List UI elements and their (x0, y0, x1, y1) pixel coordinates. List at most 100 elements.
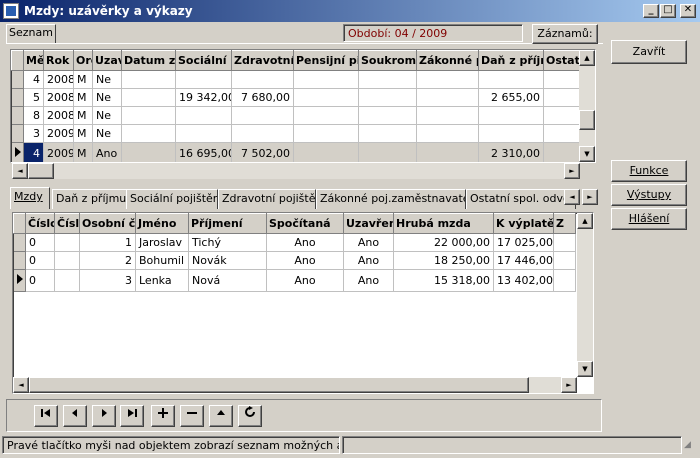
cell-closed[interactable]: Ne (92, 106, 122, 125)
scroll-up-arrow-icon[interactable]: ▲ (579, 50, 595, 66)
col-header[interactable]: Hrubá mzda (393, 213, 494, 234)
scroll-right-arrow-icon[interactable]: ► (561, 377, 577, 393)
cell-social[interactable] (175, 106, 232, 125)
cell-social[interactable] (175, 70, 232, 89)
col-header[interactable]: Příjmení (188, 213, 267, 234)
cell-number[interactable]: 0 (25, 233, 55, 252)
resize-grip-icon[interactable]: ◢ (684, 440, 698, 454)
lower-grid[interactable]: Číslo Čísl Osobní č Jméno Příjmení Spočí… (12, 212, 594, 394)
row-indicator[interactable] (13, 251, 26, 270)
cell-other[interactable] (543, 88, 580, 107)
cell-health[interactable]: 7 680,00 (231, 88, 294, 107)
cell-first-name[interactable]: Lenka (135, 269, 189, 292)
cell-pension[interactable] (293, 70, 359, 89)
cell-pension[interactable] (293, 88, 359, 107)
col-header[interactable]: Čísl (54, 213, 80, 234)
scroll-left-arrow-icon[interactable]: ◄ (12, 163, 28, 179)
table-row[interactable]: 5 2008 M Ne 19 342,00 7 680,00 2 655,00 (11, 88, 580, 107)
cell-pension[interactable] (293, 124, 359, 143)
col-header[interactable]: Uzav (92, 50, 122, 71)
close-icon[interactable]: ✕ (680, 4, 696, 18)
cell-computed[interactable]: Ano (266, 251, 344, 270)
cell-other[interactable] (543, 124, 580, 143)
cell-closed[interactable]: Ano (343, 233, 394, 252)
cell-first-name[interactable]: Bohumil (135, 251, 189, 270)
tab-dan-z-prijmu[interactable]: Daň z příjmu (52, 189, 127, 209)
scroll-down-arrow-icon[interactable]: ▼ (577, 361, 593, 377)
scroll-thumb[interactable] (29, 377, 529, 393)
row-indicator[interactable] (11, 70, 24, 89)
row-indicator[interactable] (11, 88, 24, 107)
tab-mzdy[interactable]: Mzdy (10, 187, 50, 209)
delete-icon[interactable] (180, 405, 204, 427)
col-header[interactable]: Jméno (135, 213, 189, 234)
lower-hscrollbar[interactable]: ◄ ► (13, 377, 577, 393)
tab-scroll-right-icon[interactable]: ► (582, 189, 598, 205)
cell-org[interactable]: M (73, 142, 93, 162)
cell-pension[interactable] (293, 106, 359, 125)
tab-socialni-pojisteni[interactable]: Sociální pojištění (126, 189, 218, 209)
cell-closed[interactable]: Ne (92, 70, 122, 89)
last-icon[interactable] (120, 405, 144, 427)
cell-personal-no[interactable]: 1 (79, 233, 136, 252)
cell-year[interactable]: 2009 (43, 124, 74, 143)
cell-statutory[interactable] (416, 142, 479, 162)
col-header[interactable]: Mě (23, 50, 44, 71)
cell-tax[interactable] (478, 70, 544, 89)
cell-payout[interactable]: 17 446,00 (493, 251, 554, 270)
cell-personal-no[interactable]: 3 (79, 269, 136, 292)
cell-private[interactable] (358, 70, 417, 89)
cell-health[interactable] (231, 124, 294, 143)
cell-tax[interactable] (478, 124, 544, 143)
refresh-icon[interactable] (238, 405, 262, 427)
cell-org[interactable]: M (73, 124, 93, 143)
cell-num2[interactable] (54, 251, 80, 270)
cell-gross-wage[interactable]: 18 250,00 (393, 251, 494, 270)
upper-hscrollbar[interactable]: ◄ ► (12, 163, 580, 179)
col-header[interactable]: Zdravotní (231, 50, 294, 71)
cell-closed[interactable]: Ne (92, 88, 122, 107)
row-indicator[interactable] (11, 124, 24, 143)
col-header[interactable]: Zákonné p (416, 50, 479, 71)
cell-num2[interactable] (54, 233, 80, 252)
col-header[interactable]: Ostatn (543, 50, 580, 71)
col-header[interactable]: Soukromé (358, 50, 417, 71)
cell-z[interactable] (553, 233, 576, 252)
cell-other[interactable] (543, 142, 580, 162)
up-icon[interactable] (209, 405, 233, 427)
cell-number[interactable]: 0 (25, 251, 55, 270)
functions-button[interactable]: Funkce (611, 160, 687, 182)
table-row[interactable]: 0 2 Bohumil Novák Ano Ano 18 250,00 17 4… (13, 251, 576, 270)
cell-private[interactable] (358, 124, 417, 143)
cell-closed[interactable]: Ano (343, 251, 394, 270)
cell-date[interactable] (121, 88, 176, 107)
cell-year[interactable]: 2009 (43, 142, 74, 162)
cell-z[interactable] (553, 269, 576, 292)
table-row-selected[interactable]: 4 2009 M Ano 16 695,00 7 502,00 2 310,00 (11, 142, 580, 162)
cell-statutory[interactable] (416, 106, 479, 125)
cell-health[interactable]: 7 502,00 (231, 142, 294, 162)
next-icon[interactable] (92, 405, 116, 427)
cell-first-name[interactable]: Jaroslav (135, 233, 189, 252)
cell-private[interactable] (358, 88, 417, 107)
col-header[interactable]: Daň z příjm (478, 50, 544, 71)
cell-social[interactable]: 19 342,00 (175, 88, 232, 107)
tab-scroll-left-icon[interactable]: ◄ (564, 189, 580, 205)
current-row-arrow-icon[interactable] (13, 269, 26, 292)
cell-private[interactable] (358, 142, 417, 162)
cell-number[interactable]: 0 (25, 269, 55, 292)
col-header[interactable]: Z (553, 213, 576, 234)
table-row-selected[interactable]: 0 3 Lenka Nová Ano Ano 15 318,00 13 402,… (13, 269, 576, 292)
col-header[interactable]: Pensijní pi (293, 50, 359, 71)
cell-year[interactable]: 2008 (43, 70, 74, 89)
lower-vscrollbar[interactable]: ▲ ▼ (577, 213, 593, 377)
outputs-button[interactable]: Výstupy (611, 184, 687, 206)
col-header[interactable]: Číslo (25, 213, 55, 234)
scroll-thumb[interactable] (28, 163, 54, 179)
cell-org[interactable]: M (73, 106, 93, 125)
col-header[interactable]: Uzavřená (343, 213, 394, 234)
scroll-down-arrow-icon[interactable]: ▼ (579, 146, 595, 162)
col-header[interactable]: Org (73, 50, 93, 71)
cell-last-name[interactable]: Novák (188, 251, 267, 270)
records-button[interactable]: Záznamů: (532, 24, 598, 44)
